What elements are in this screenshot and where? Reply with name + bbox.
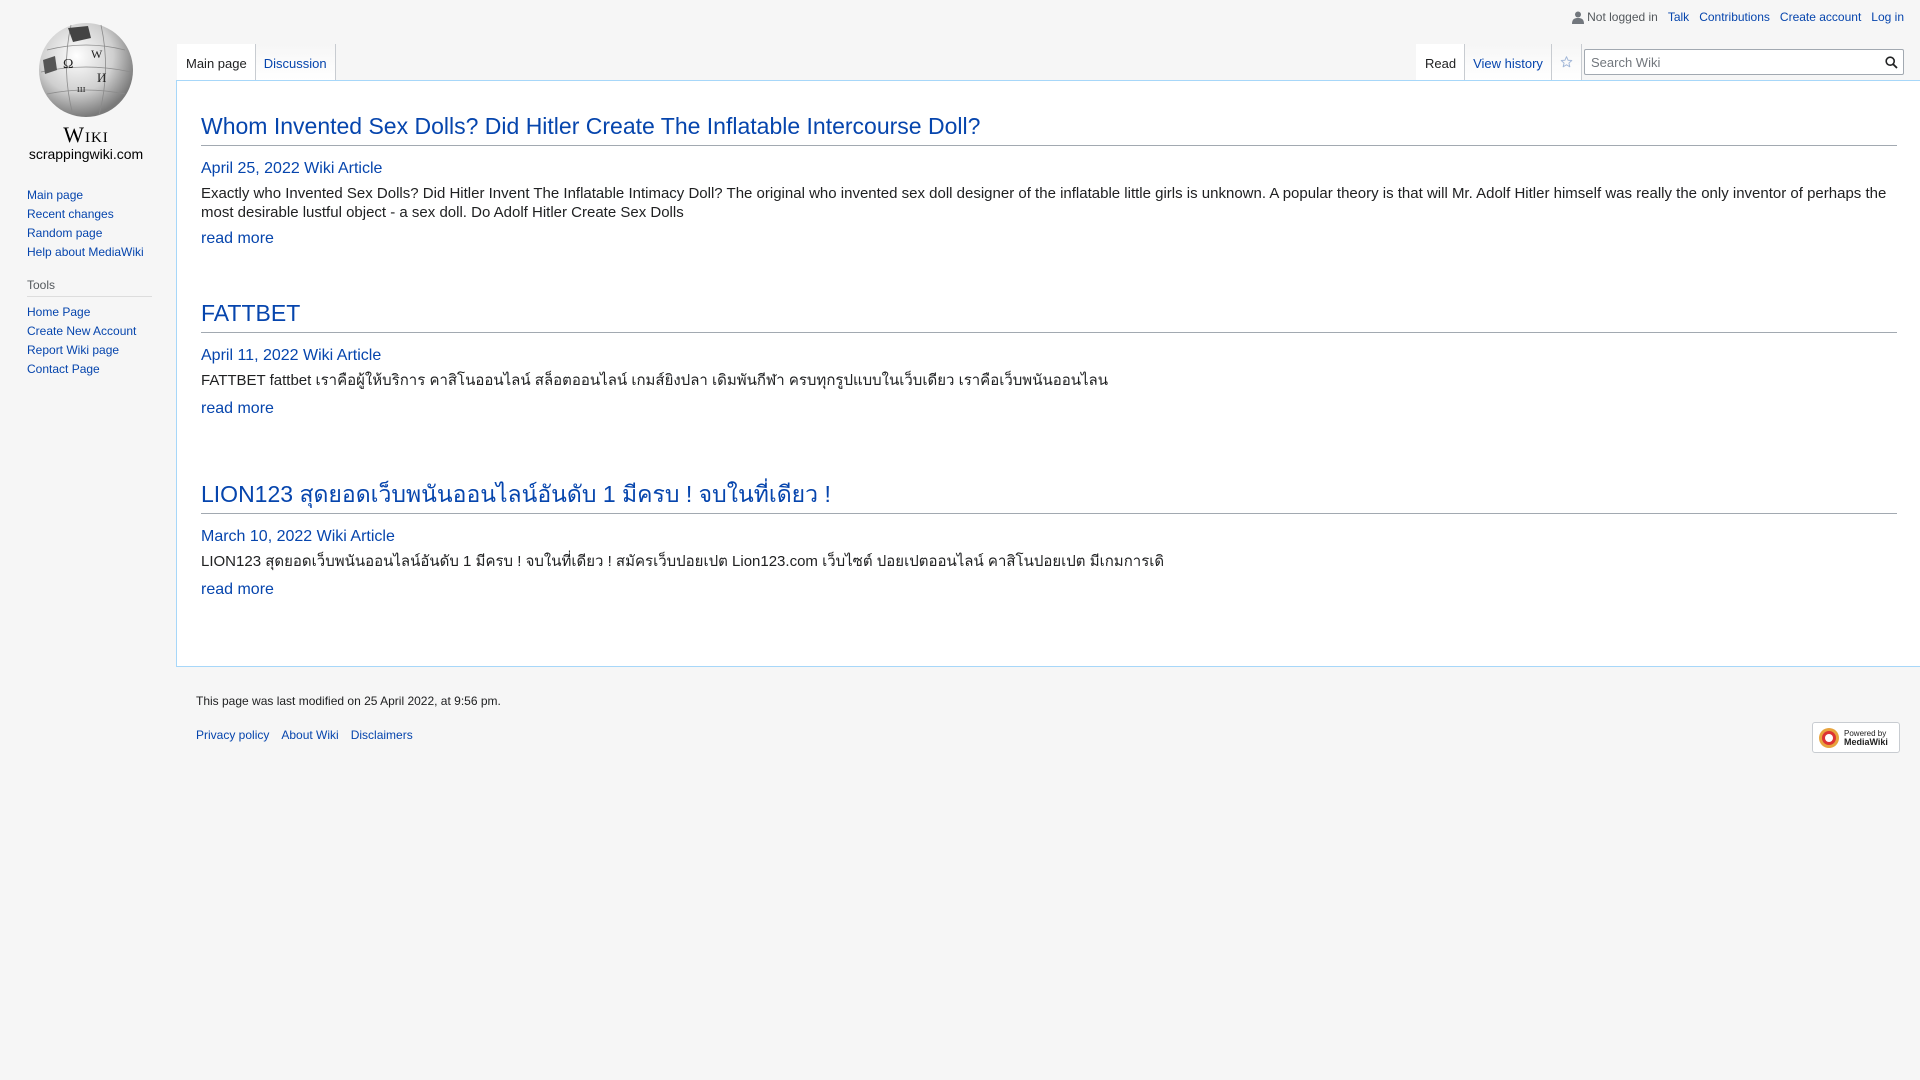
article-entry: FATTBET April 11, 2022 Wiki Article FATT… xyxy=(201,298,1897,418)
watch-button[interactable] xyxy=(1551,44,1582,80)
tab-discussion-label[interactable]: Discussion xyxy=(264,56,327,71)
footer: This page was last modified on 25 April … xyxy=(196,694,1904,742)
sidebar-item-create-account[interactable]: Create New Account xyxy=(27,324,136,338)
main-content: Whom Invented Sex Dolls? Did Hitler Crea… xyxy=(176,80,1920,667)
article-meta: March 10, 2022 Wiki Article xyxy=(201,528,395,545)
mediawiki-logo-icon xyxy=(1819,727,1839,748)
login-status: Not logged in xyxy=(1587,10,1658,24)
article-meta: April 25, 2022 Wiki Article xyxy=(201,160,383,177)
search-button[interactable] xyxy=(1879,50,1903,74)
search-input[interactable] xyxy=(1585,50,1879,74)
tab-read-label: Read xyxy=(1425,56,1457,71)
article-meta: April 11, 2022 Wiki Article xyxy=(201,347,382,364)
star-icon xyxy=(1560,56,1573,68)
personal-tools: Not logged in Talk Contributions Create … xyxy=(1572,10,1904,24)
article-title-link[interactable]: LION123 สุดยอดเว็บพนันออนไลน์อันดับ 1 มี… xyxy=(201,481,831,507)
last-modified: This page was last modified on 25 April … xyxy=(196,694,501,708)
wiki-globe-icon: Ω W И ш xyxy=(39,23,133,117)
sidebar-item-recent-changes[interactable]: Recent changes xyxy=(27,207,114,221)
svg-text:И: И xyxy=(97,70,106,85)
about-link[interactable]: About Wiki xyxy=(281,728,338,742)
anon-user: Not logged in xyxy=(1572,10,1658,24)
disclaimers-link[interactable]: Disclaimers xyxy=(351,728,413,742)
article-title-link[interactable]: Whom Invented Sex Dolls? Did Hitler Crea… xyxy=(201,113,980,139)
namespace-tabs: Main page Discussion xyxy=(177,44,336,80)
sidebar-item-report-page[interactable]: Report Wiki page xyxy=(27,343,119,357)
svg-text:ш: ш xyxy=(77,83,86,95)
log-in-link[interactable]: Log in xyxy=(1871,10,1904,24)
read-more-link[interactable]: read more xyxy=(201,230,1897,248)
article-title-link[interactable]: FATTBET xyxy=(201,300,300,326)
powered-by-text: Powered by MediaWiki xyxy=(1844,729,1888,747)
tab-main-page[interactable]: Main page xyxy=(177,44,256,80)
svg-text:W: W xyxy=(91,47,103,61)
sidebar-item-contact-page[interactable]: Contact Page xyxy=(27,362,100,376)
sidebar: Main page Recent changes Random page Hel… xyxy=(27,186,152,379)
svg-text:Ω: Ω xyxy=(63,57,73,72)
powered-by-mediawiki-badge[interactable]: Powered by MediaWiki xyxy=(1812,722,1900,753)
navigation-portal: Main page Recent changes Random page Hel… xyxy=(27,186,152,262)
article-title: Whom Invented Sex Dolls? Did Hitler Crea… xyxy=(201,111,1897,146)
sidebar-item-random-page[interactable]: Random page xyxy=(27,226,102,240)
tab-read[interactable]: Read xyxy=(1416,44,1466,80)
tab-main-page-label: Main page xyxy=(186,56,247,71)
article-entry: LION123 สุดยอดเว็บพนันออนไลน์อันดับ 1 มี… xyxy=(201,479,1897,599)
powered-by-line2: MediaWiki xyxy=(1844,736,1888,747)
search-icon xyxy=(1884,55,1898,69)
sidebar-item-help[interactable]: Help about MediaWiki xyxy=(27,245,144,259)
article-excerpt: LION123 สุดยอดเว็บพนันออนไลน์อันดับ 1 มี… xyxy=(201,553,1165,570)
article-excerpt: Exactly who Invented Sex Dolls? Did Hitl… xyxy=(201,185,1887,221)
talk-link[interactable]: Talk xyxy=(1668,10,1689,24)
privacy-policy-link[interactable]: Privacy policy xyxy=(196,728,269,742)
tab-view-history[interactable]: View history xyxy=(1465,44,1552,80)
read-more-link[interactable]: read more xyxy=(201,400,1897,418)
logo-tagline: scrappingwiki.com xyxy=(28,146,144,162)
footer-links: Privacy policy About Wiki Disclaimers xyxy=(196,728,1904,742)
read-more-link[interactable]: read more xyxy=(201,581,1897,599)
tools-heading: Tools xyxy=(27,278,152,297)
logo-wordmark: Wiki xyxy=(63,122,109,147)
contributions-link[interactable]: Contributions xyxy=(1699,10,1770,24)
article-excerpt: FATTBET fattbet เราคือผู้ให้บริการ คาสิโ… xyxy=(201,372,1108,389)
site-logo[interactable]: Ω W И ш Wiki scrappingwiki.com xyxy=(22,20,150,162)
article-title: FATTBET xyxy=(201,298,1897,333)
sidebar-item-home-page[interactable]: Home Page xyxy=(27,305,90,319)
article-title: LION123 สุดยอดเว็บพนันออนไลน์อันดับ 1 มี… xyxy=(201,479,1897,514)
article-entry: Whom Invented Sex Dolls? Did Hitler Crea… xyxy=(201,111,1897,248)
tools-portal: Home Page Create New Account Report Wiki… xyxy=(27,303,152,379)
tab-discussion[interactable]: Discussion xyxy=(255,44,336,80)
view-tabs: Read View history xyxy=(1416,44,1582,80)
sidebar-item-main-page[interactable]: Main page xyxy=(27,188,83,202)
tab-view-history-label[interactable]: View history xyxy=(1473,56,1543,71)
create-account-link[interactable]: Create account xyxy=(1780,10,1861,24)
user-icon xyxy=(1572,11,1585,24)
search-box xyxy=(1584,49,1904,75)
